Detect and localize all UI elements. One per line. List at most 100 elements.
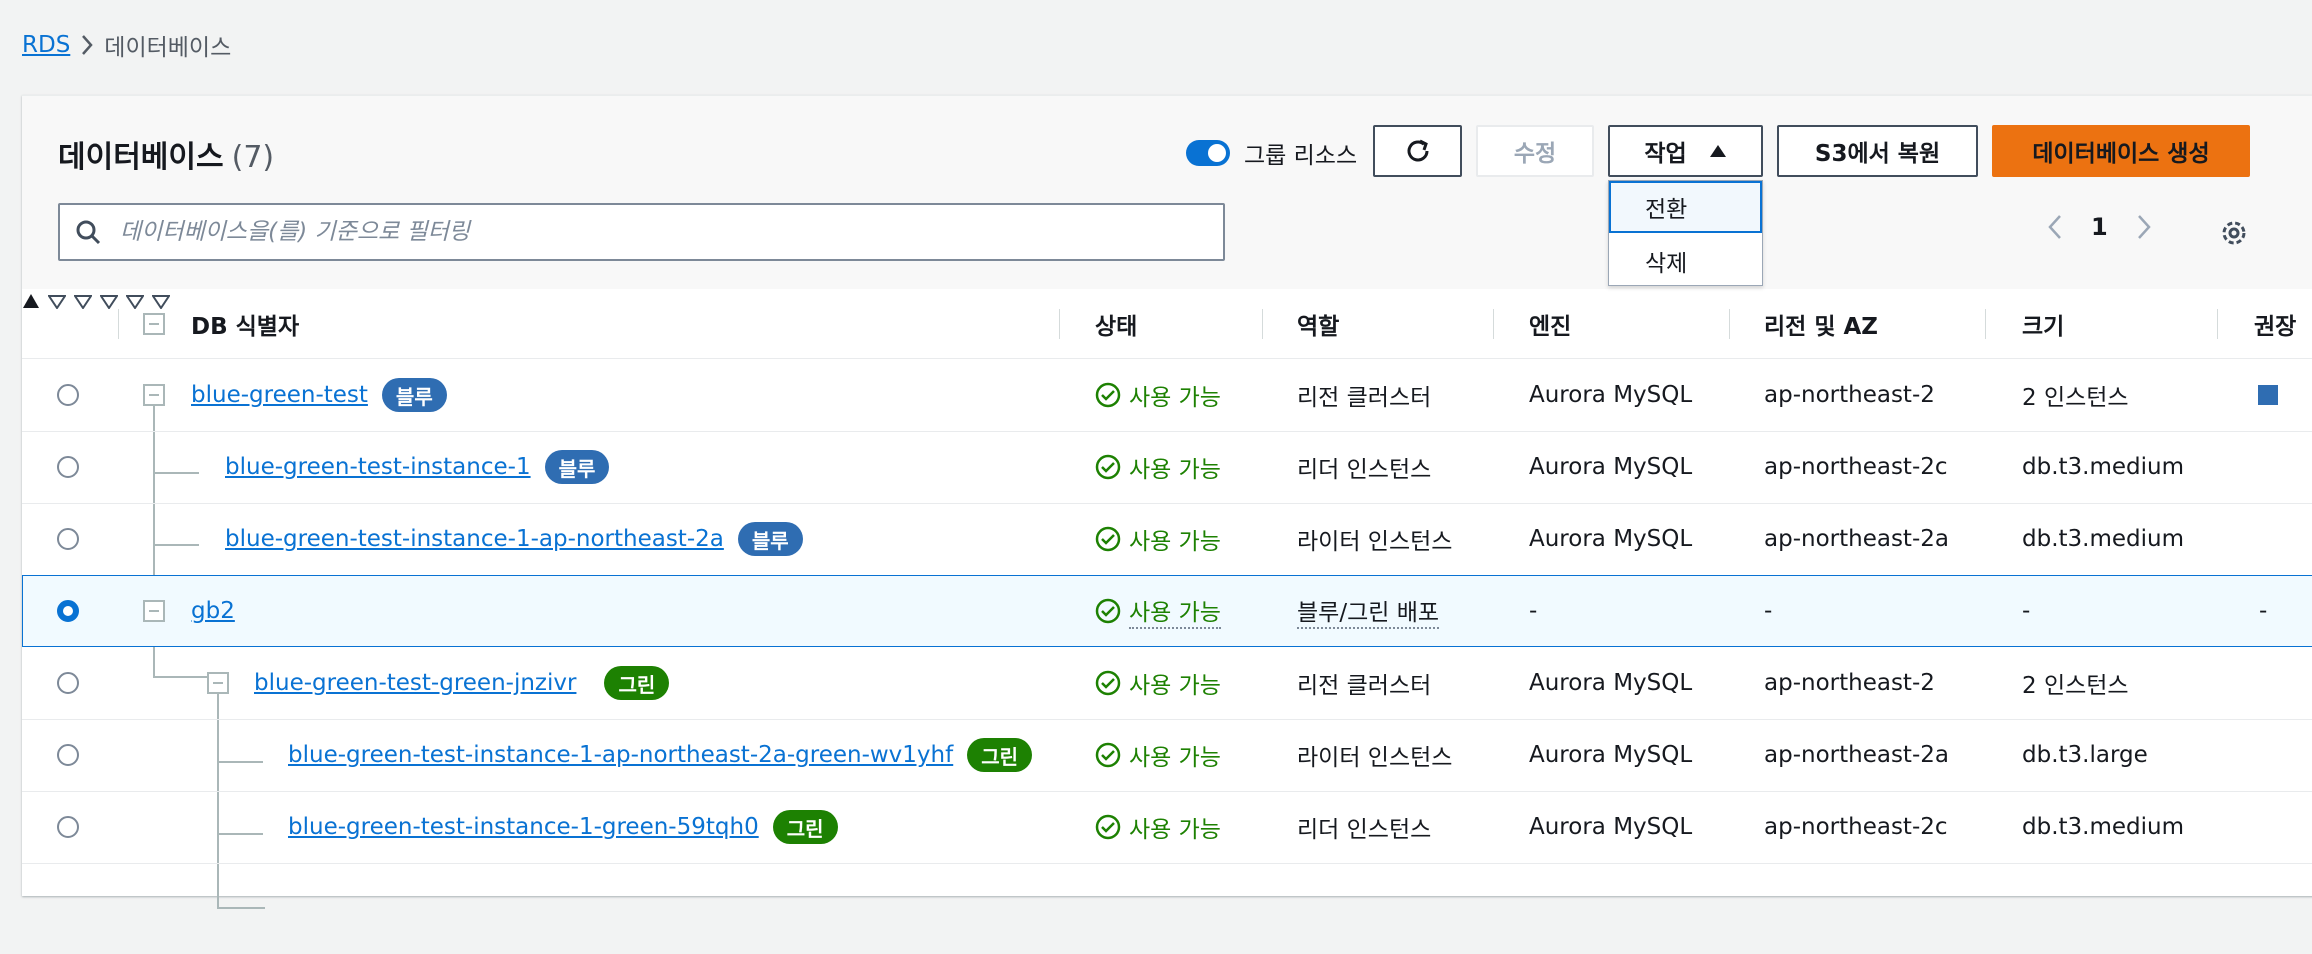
- databases-panel: 데이터베이스 (7) 그룹 리소스 수정 작업 S3에서 복원 데이터베이스 생성…: [22, 95, 2312, 909]
- restore-from-s3-button[interactable]: S3에서 복원: [1777, 125, 1978, 177]
- row-radio[interactable]: [57, 456, 79, 478]
- table-row[interactable]: blue-green-test-instance-1 블루 사용 가능 리더 인스…: [22, 431, 2312, 504]
- column-status[interactable]: 상태: [1095, 289, 1137, 358]
- row-radio[interactable]: [57, 672, 79, 694]
- role-badge: 그린: [604, 666, 670, 700]
- table-row-selected[interactable]: gb2 사용 가능 블루/그린 배포 - - - -: [22, 575, 2312, 647]
- role-badge: 그린: [772, 810, 838, 844]
- db-identifier-link[interactable]: blue-green-test-instance-1-green-59tqh0: [288, 814, 759, 840]
- actions-label: 작업: [1644, 141, 1687, 167]
- role-cell: 리더 인스턴스: [1297, 817, 1432, 843]
- row-radio[interactable]: [57, 384, 79, 406]
- page-title: 데이터베이스 (7): [58, 132, 274, 176]
- column-db-identifier[interactable]: DB 식별자: [191, 289, 299, 358]
- status-available-icon: [1095, 670, 1121, 696]
- db-identifier-link[interactable]: blue-green-test-green-jnzivr: [254, 670, 576, 696]
- sort-icon[interactable]: [125, 295, 145, 310]
- chevron-right-icon[interactable]: [2136, 213, 2152, 241]
- menu-item-delete[interactable]: 삭제: [1609, 235, 1762, 287]
- refresh-button[interactable]: [1373, 125, 1462, 177]
- gear-icon[interactable]: [2218, 217, 2250, 249]
- sort-icon[interactable]: [47, 295, 67, 310]
- table-row[interactable]: blue-green-test 블루 사용 가능 리전 클러스터 Aurora M…: [22, 359, 2312, 432]
- recommendation-cell: -: [2259, 598, 2268, 624]
- region-cell: ap-northeast-2a: [1764, 742, 1949, 768]
- db-identifier-link[interactable]: gb2: [191, 598, 235, 624]
- collapse-all-icon[interactable]: [143, 313, 165, 335]
- actions-dropdown-menu: 전환 삭제: [1608, 180, 1763, 286]
- table-row[interactable]: blue-green-test-instance-1-ap-northeast-…: [22, 719, 2312, 792]
- size-cell: 2 인스턴스: [2022, 385, 2129, 411]
- engine-cell: -: [1529, 598, 1538, 624]
- status-text[interactable]: 사용 가능: [1129, 593, 1221, 629]
- status-available-icon: [1095, 382, 1121, 408]
- role-badge: 블루: [544, 450, 610, 484]
- table-row[interactable]: blue-green-test-instance-1-ap-northeast-…: [22, 503, 2312, 576]
- status-text: 사용 가능: [1129, 529, 1221, 555]
- status-text: 사용 가능: [1129, 817, 1221, 843]
- sort-icon[interactable]: [73, 295, 93, 310]
- row-radio[interactable]: [57, 528, 79, 550]
- table-row[interactable]: blue-green-test-green-jnzivr 그린 사용 가능 리전 …: [22, 647, 2312, 720]
- column-separator: [2217, 309, 2218, 339]
- row-radio[interactable]: [57, 816, 79, 838]
- row-radio[interactable]: [57, 744, 79, 766]
- db-identifier-link[interactable]: blue-green-test-instance-1: [225, 454, 531, 480]
- column-recommendations[interactable]: 권장: [2254, 289, 2296, 358]
- engine-cell: Aurora MySQL: [1529, 742, 1693, 768]
- collapse-icon[interactable]: [143, 600, 165, 622]
- size-cell: db.t3.medium: [2022, 454, 2184, 480]
- column-region-az[interactable]: 리전 및 AZ: [1764, 289, 1878, 358]
- role-cell: 리더 인스턴스: [1297, 457, 1432, 483]
- size-cell: 2 인스턴스: [2022, 673, 2129, 699]
- status-available-icon: [1095, 454, 1121, 480]
- sort-ascending-icon[interactable]: [22, 293, 40, 309]
- breadcrumb-rds-link[interactable]: RDS: [22, 32, 70, 58]
- page-number[interactable]: 1: [2091, 213, 2108, 241]
- row-radio-selected[interactable]: [57, 600, 79, 622]
- toggle-switch[interactable]: [1186, 140, 1230, 166]
- status-text: 사용 가능: [1129, 457, 1221, 483]
- search-field[interactable]: [58, 203, 1225, 261]
- size-cell: db.t3.large: [2022, 742, 2148, 768]
- chevron-left-icon[interactable]: [2047, 213, 2063, 241]
- search-input[interactable]: [118, 218, 1202, 246]
- table-row[interactable]: blue-green-test-instance-1-green-59tqh0 그…: [22, 791, 2312, 864]
- size-cell: -: [2022, 598, 2031, 624]
- role-badge: 블루: [737, 522, 803, 556]
- collapse-icon[interactable]: [143, 384, 165, 406]
- collapse-icon[interactable]: [207, 672, 229, 694]
- engine-cell: Aurora MySQL: [1529, 526, 1693, 552]
- size-cell: db.t3.medium: [2022, 526, 2184, 552]
- edit-button[interactable]: 수정: [1476, 125, 1594, 177]
- status-available-icon: [1095, 598, 1121, 624]
- column-role[interactable]: 역할: [1297, 289, 1339, 358]
- role-cell[interactable]: 블루/그린 배포: [1297, 593, 1440, 629]
- sort-icon[interactable]: [99, 295, 119, 310]
- region-cell: ap-northeast-2c: [1764, 814, 1948, 840]
- table-header: DB 식별자 상태 역할 엔진 리전 및 AZ 크기 권장: [22, 289, 2312, 359]
- status-available-icon: [1095, 526, 1121, 552]
- db-identifier-link[interactable]: blue-green-test: [191, 382, 368, 408]
- title-count: (7): [231, 140, 275, 175]
- column-size[interactable]: 크기: [2022, 289, 2064, 358]
- column-separator: [1262, 309, 1263, 339]
- column-separator: [1493, 309, 1494, 339]
- recommendation-icon[interactable]: [2258, 385, 2278, 405]
- db-identifier-link[interactable]: blue-green-test-instance-1-ap-northeast-…: [288, 742, 953, 768]
- column-separator: [1059, 309, 1060, 339]
- status-available-icon: [1095, 814, 1121, 840]
- menu-item-switchover[interactable]: 전환: [1609, 181, 1762, 233]
- group-resources-toggle[interactable]: 그룹 리소스: [1186, 136, 1357, 170]
- search-icon: [76, 220, 101, 245]
- engine-cell: Aurora MySQL: [1529, 454, 1693, 480]
- db-identifier-link[interactable]: blue-green-test-instance-1-ap-northeast-…: [225, 526, 724, 552]
- create-database-button[interactable]: 데이터베이스 생성: [1992, 125, 2250, 177]
- column-engine[interactable]: 엔진: [1529, 289, 1571, 358]
- column-separator: [1729, 309, 1730, 339]
- sort-icon[interactable]: [151, 295, 171, 310]
- column-separator: [118, 309, 119, 339]
- actions-button[interactable]: 작업: [1608, 125, 1763, 177]
- region-cell: ap-northeast-2: [1764, 670, 1935, 696]
- role-cell: 라이터 인스턴스: [1297, 745, 1453, 771]
